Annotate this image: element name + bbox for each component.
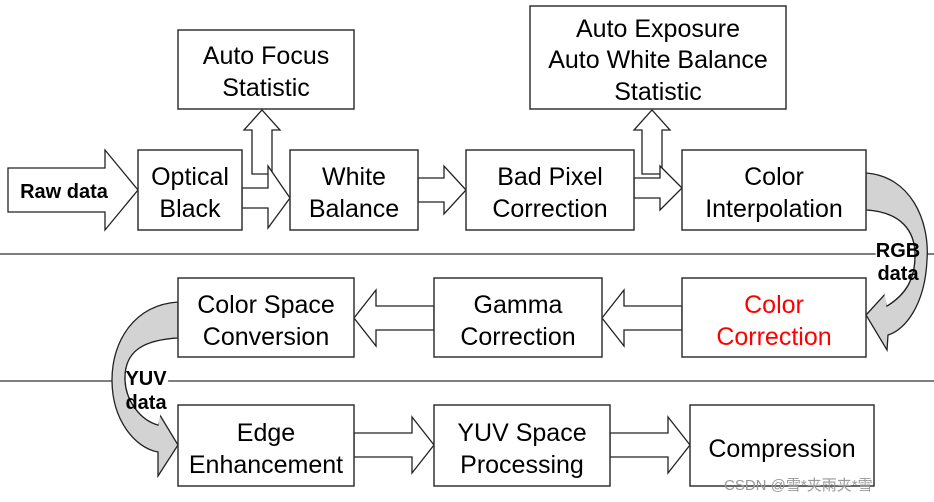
flow-arrow [417,164,467,216]
svg-text:Color Space: Color Space [197,291,335,319]
svg-text:Color: Color [744,163,804,191]
svg-text:Auto Focus: Auto Focus [203,42,329,70]
color-interpolation-box: Color Interpolation [681,149,867,231]
rgb-label-line2: data [877,263,919,285]
color-correction-box: Color Correction [681,277,867,358]
svg-text:Color: Color [744,291,804,319]
svg-text:Gamma: Gamma [474,291,563,319]
svg-text:Compression: Compression [708,435,855,463]
color-space-conversion-box: Color Space Conversion [177,277,355,358]
svg-text:Optical: Optical [151,163,229,191]
yuv-space-processing-box: YUV Space Processing [433,404,611,487]
svg-text:Auto White Balance: Auto White Balance [548,46,768,74]
flow-arrow [241,163,291,230]
ae-awb-statistic-box: Auto Exposure Auto White Balance Statist… [529,5,787,110]
edge-enhancement-box: Edge Enhancement [177,404,355,487]
svg-text:Interpolation: Interpolation [705,195,843,223]
up-arrow [242,109,282,175]
flow-arrow [353,288,435,348]
raw-data-label: Raw data [20,181,109,203]
compression-box: Compression [689,404,875,487]
yuv-label-line2: data [125,392,167,414]
svg-text:Auto Exposure: Auto Exposure [576,15,740,43]
svg-text:Statistic: Statistic [614,78,702,106]
svg-text:Correction: Correction [492,195,607,223]
svg-text:White: White [322,163,386,191]
svg-text:Processing: Processing [460,451,584,479]
bad-pixel-correction-box: Bad Pixel Correction [465,149,635,231]
flow-arrow [353,415,435,475]
up-arrow [632,109,672,175]
rgb-label-line1: RGB [876,240,920,262]
svg-text:Bad Pixel: Bad Pixel [497,163,603,191]
flow-arrow [601,288,683,348]
svg-text:Correction: Correction [716,323,831,351]
isp-pipeline-diagram: Raw data RGB data YUV data Auto Focus St… [0,5,934,494]
svg-text:Balance: Balance [309,195,399,223]
svg-text:Correction: Correction [460,323,575,351]
svg-text:Enhancement: Enhancement [189,451,343,479]
optical-black-box: Optical Black [137,149,243,231]
white-balance-box: White Balance [289,149,419,231]
auto-focus-statistic-box: Auto Focus Statistic [177,29,355,110]
svg-text:Black: Black [159,195,221,223]
svg-text:YUV Space: YUV Space [457,419,586,447]
svg-text:Statistic: Statistic [222,74,310,102]
gamma-correction-box: Gamma Correction [433,277,603,358]
watermark: CSDN @雪*夹雨夹*雪 [724,477,873,494]
svg-text:Edge: Edge [237,419,295,447]
flow-arrow [609,415,691,475]
svg-text:Conversion: Conversion [203,323,329,351]
yuv-label-line1: YUV [125,368,167,390]
